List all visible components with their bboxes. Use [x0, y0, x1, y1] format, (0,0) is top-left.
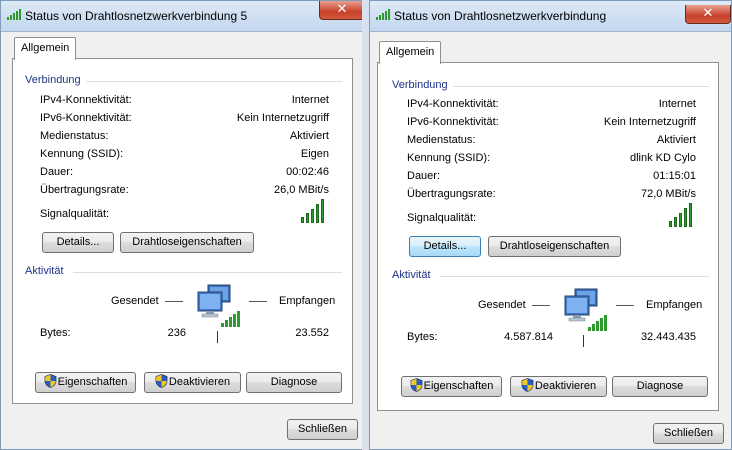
- left-speed-value: 26,0 MBit/s: [273, 184, 329, 196]
- right-signal-label: Signalqualität:: [407, 212, 477, 224]
- left-general-panel: [12, 58, 353, 404]
- left-sent-dash: [165, 301, 183, 302]
- left-properties-label: Eigenschaften: [57, 376, 128, 388]
- right-ipv6-label: IPv6-Konnektivität:: [407, 116, 499, 128]
- left-ipv6-label: IPv6-Konnektivität:: [40, 112, 132, 124]
- right-disable-button[interactable]: Deaktivieren: [510, 376, 607, 397]
- right-group-activity-line: [440, 276, 709, 277]
- left-close-button[interactable]: Schließen: [287, 419, 358, 440]
- left-ipv4-label: IPv4-Konnektivität:: [40, 94, 132, 106]
- right-duration-label: Dauer:: [407, 170, 441, 182]
- left-bytes-label: Bytes:: [40, 327, 71, 339]
- left-received-label: Empfangen: [279, 295, 336, 307]
- left-properties-button[interactable]: Eigenschaften: [35, 372, 136, 393]
- right-sent-dash: [532, 305, 550, 306]
- right-properties-label: Eigenschaften: [423, 380, 494, 392]
- right-wireless-properties-button[interactable]: Drahtloseigenschaften: [488, 236, 621, 257]
- right-ssid-label: Kennung (SSID):: [407, 152, 491, 164]
- uac-shield-icon: [521, 378, 534, 392]
- right-group-connection-line: [453, 86, 709, 87]
- right-ipv4-label: IPv4-Konnektivität:: [407, 98, 499, 110]
- left-sent-label: Gesendet: [111, 295, 159, 307]
- right-window-title: Status von Drahtlosnetzwerkverbindung: [394, 9, 607, 23]
- right-ssid-value: dlink KD Cylo: [629, 152, 696, 164]
- right-bytes-sent-value: 4.587.814: [504, 331, 553, 343]
- right-media-label: Medienstatus:: [407, 134, 476, 146]
- left-ssid-label: Kennung (SSID):: [40, 148, 124, 160]
- right-bytes-received-value: 32.443.435: [640, 331, 696, 343]
- left-diagnose-button[interactable]: Diagnose: [246, 372, 342, 393]
- left-ssid-value: Eigen: [300, 148, 329, 160]
- computer-network-icon: [194, 283, 242, 327]
- right-ipv6-value: Kein Internetzugriff: [603, 116, 696, 128]
- wifi-signal-icon: [376, 9, 390, 20]
- left-signal-label: Signalqualität:: [40, 208, 110, 220]
- left-close-x-button[interactable]: ✕: [319, 1, 362, 20]
- left-received-dash: [249, 301, 267, 302]
- left-disable-button[interactable]: Deaktivieren: [144, 372, 241, 393]
- right-diagnose-button[interactable]: Diagnose: [612, 376, 708, 397]
- right-media-value: Aktiviert: [656, 134, 696, 146]
- left-group-connection-line: [86, 81, 342, 82]
- right-close-button[interactable]: Schließen: [653, 423, 724, 444]
- right-speed-value: 72,0 MBit/s: [640, 188, 696, 200]
- left-duration-label: Dauer:: [40, 166, 74, 178]
- right-tab-general[interactable]: Allgemein: [379, 41, 442, 64]
- left-group-activity-line: [73, 272, 342, 273]
- uac-shield-icon: [155, 374, 168, 388]
- right-status-window: Status von Drahtlosnetzwerkverbindung ✕ …: [369, 0, 732, 450]
- right-group-connection: Verbindung: [392, 79, 448, 91]
- right-received-label: Empfangen: [646, 299, 703, 311]
- left-group-activity: Aktivität: [25, 265, 64, 277]
- right-details-button[interactable]: Details...: [409, 236, 481, 257]
- left-status-window: Status von Drahtlosnetzwerkverbindung 5 …: [0, 0, 363, 450]
- left-ipv4-value: Internet: [291, 94, 329, 106]
- left-window-title: Status von Drahtlosnetzwerkverbindung 5: [25, 9, 248, 23]
- signal-bars-icon: [301, 199, 333, 223]
- wifi-signal-icon: [7, 9, 21, 20]
- left-media-value: Aktiviert: [289, 130, 329, 142]
- left-speed-label: Übertragungsrate:: [40, 184, 129, 196]
- signal-bars-icon: [669, 203, 701, 227]
- right-bytes-separator: [583, 335, 584, 347]
- left-title-bar[interactable]: Status von Drahtlosnetzwerkverbindung 5 …: [1, 1, 362, 32]
- right-bytes-label: Bytes:: [407, 331, 438, 343]
- right-sent-label: Gesendet: [478, 299, 526, 311]
- left-bytes-separator: [217, 331, 218, 343]
- right-disable-label: Deaktivieren: [534, 380, 597, 392]
- right-properties-button[interactable]: Eigenschaften: [401, 376, 502, 397]
- right-duration-value: 01:15:01: [653, 170, 696, 182]
- right-group-activity: Aktivität: [392, 269, 431, 281]
- left-media-label: Medienstatus:: [40, 130, 109, 142]
- left-duration-value: 00:02:46: [286, 166, 329, 178]
- uac-shield-icon: [410, 378, 423, 392]
- uac-shield-icon: [44, 374, 57, 388]
- left-details-button[interactable]: Details...: [42, 232, 114, 253]
- left-group-connection: Verbindung: [25, 74, 81, 86]
- right-title-bar[interactable]: Status von Drahtlosnetzwerkverbindung ✕: [370, 1, 731, 32]
- right-close-x-button[interactable]: ✕: [685, 5, 731, 24]
- left-tab-general[interactable]: Allgemein: [14, 37, 77, 60]
- left-ipv6-value: Kein Internetzugriff: [236, 112, 329, 124]
- right-ipv4-value: Internet: [658, 98, 696, 110]
- right-received-dash: [616, 305, 634, 306]
- left-bytes-received-value: 23.552: [295, 327, 329, 339]
- left-wireless-properties-button[interactable]: Drahtloseigenschaften: [120, 232, 254, 253]
- computer-network-icon: [561, 287, 609, 331]
- left-bytes-sent-value: 236: [167, 327, 186, 339]
- left-disable-label: Deaktivieren: [168, 376, 231, 388]
- right-speed-label: Übertragungsrate:: [407, 188, 496, 200]
